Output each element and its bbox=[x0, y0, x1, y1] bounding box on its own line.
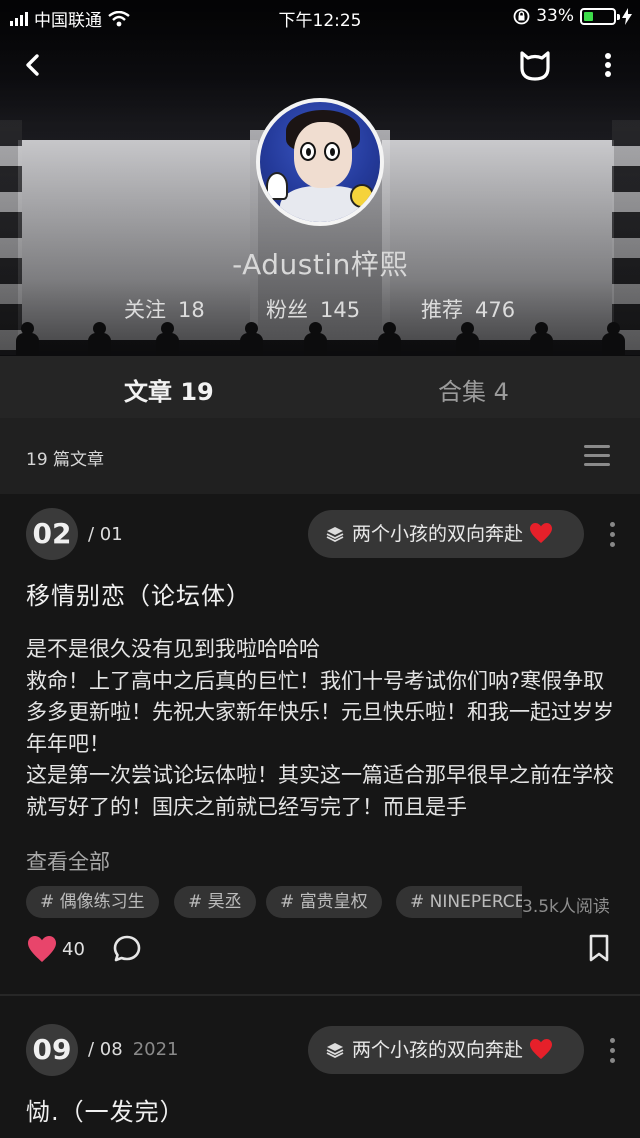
red-heart-icon bbox=[530, 1039, 553, 1059]
article-sub-number: / 08 2021 bbox=[88, 1039, 179, 1060]
avatar[interactable] bbox=[256, 98, 384, 226]
stat-value: 476 bbox=[475, 298, 516, 322]
article-number-badge: 02 bbox=[26, 508, 78, 560]
article-title[interactable]: 移情别恋（论坛体） bbox=[26, 576, 251, 611]
article-sub-number-value: / 01 bbox=[88, 524, 123, 545]
stat-label: 粉丝 bbox=[266, 298, 308, 322]
silhouette bbox=[12, 322, 42, 356]
layers-icon bbox=[326, 527, 344, 543]
stat-recommend[interactable]: 推荐 476 bbox=[421, 294, 515, 324]
battery-percent: 33% bbox=[536, 6, 574, 26]
article-sub-number: / 01 bbox=[88, 524, 123, 545]
profile-nickname: -Adustin梓熙 bbox=[232, 248, 408, 281]
battery-level-fill bbox=[584, 11, 593, 21]
stat-following[interactable]: 关注 18 bbox=[124, 294, 205, 324]
collection-chip[interactable]: 两个小孩的双向奔赴 bbox=[308, 510, 584, 558]
back-icon[interactable] bbox=[18, 48, 48, 82]
avatar-bird-sticker bbox=[350, 184, 374, 208]
tag-chip[interactable]: # 偶像练习生 bbox=[26, 886, 159, 918]
silhouette bbox=[84, 322, 114, 356]
article-count-bar: 19 篇文章 bbox=[0, 418, 640, 494]
comment-icon[interactable] bbox=[112, 934, 142, 964]
heart-icon[interactable] bbox=[26, 934, 58, 964]
stat-followers[interactable]: 粉丝 145 bbox=[266, 294, 360, 324]
silhouette bbox=[152, 322, 182, 356]
red-heart-icon bbox=[530, 523, 553, 543]
article-more-icon[interactable] bbox=[607, 522, 617, 550]
article-number-badge: 09 bbox=[26, 1024, 78, 1076]
silhouette bbox=[526, 322, 556, 356]
article-card[interactable]: 02 / 01 两个小孩的双向奔赴 移情别恋（论坛体） 是不是很久没有见到我啦哈… bbox=[0, 494, 640, 994]
lock-rotation-icon bbox=[513, 8, 530, 24]
excerpt-paragraph: 救命！上了高中之后真的巨忙！我们十号考试你们呐?寒假争取多多更新啦！先祝大家新年… bbox=[26, 668, 614, 756]
stat-label: 推荐 bbox=[421, 298, 463, 322]
collection-name: 两个小孩的双向奔赴 bbox=[352, 1039, 524, 1061]
charging-icon bbox=[622, 7, 632, 25]
tab-collections[interactable]: 合集 4 bbox=[438, 372, 509, 407]
article-sub-number-value: / 08 bbox=[88, 1039, 123, 1060]
read-count: 3.5k人阅读 bbox=[522, 897, 610, 917]
tag-chip[interactable]: # 昊丞 bbox=[174, 886, 256, 918]
view-all-link[interactable]: 查看全部 bbox=[26, 846, 110, 876]
silhouette bbox=[374, 322, 404, 356]
silhouette bbox=[236, 322, 266, 356]
stat-value: 145 bbox=[320, 298, 361, 322]
like-count: 40 bbox=[62, 939, 85, 960]
excerpt-paragraph: 这是第一次尝试论坛体啦！其实这一篇适合那早很早之前在学校就写好了的！国庆之前就已… bbox=[26, 763, 614, 819]
article-year: 2021 bbox=[132, 1039, 179, 1060]
collection-name: 两个小孩的双向奔赴 bbox=[352, 523, 524, 545]
more-vertical-icon[interactable] bbox=[596, 48, 620, 82]
battery-icon bbox=[580, 7, 620, 25]
tag-chip[interactable]: # 富贵皇权 bbox=[266, 886, 382, 918]
article-excerpt[interactable]: 是不是很久没有见到我啦哈哈哈 救命！上了高中之后真的巨忙！我们十号考试你们呐?寒… bbox=[26, 634, 618, 823]
bookmark-icon[interactable] bbox=[588, 934, 610, 962]
cat-ears-icon[interactable] bbox=[517, 48, 553, 82]
excerpt-paragraph: 是不是很久没有见到我啦哈哈哈 bbox=[26, 637, 320, 661]
article-count: 19 篇文章 bbox=[26, 450, 105, 470]
tag-chip[interactable]: # NINEPERCENT bbox=[396, 886, 522, 918]
stat-value: 18 bbox=[178, 298, 205, 322]
article-title[interactable]: 恸.（一发完） bbox=[26, 1092, 185, 1127]
silhouette bbox=[598, 322, 628, 356]
avatar-eye bbox=[300, 142, 316, 161]
collection-chip[interactable]: 两个小孩的双向奔赴 bbox=[308, 1026, 584, 1074]
silhouette bbox=[300, 322, 330, 356]
tab-articles[interactable]: 文章 19 bbox=[124, 372, 214, 407]
avatar-ghost-sticker bbox=[266, 172, 288, 200]
article-card[interactable]: 09 / 08 2021 两个小孩的双向奔赴 恸.（一发完） bbox=[0, 996, 640, 1138]
status-bar: 中国联通 下午12:25 33% bbox=[0, 0, 640, 34]
list-menu-icon[interactable] bbox=[584, 445, 610, 467]
profile-stats: 关注 18 粉丝 145 推荐 476 bbox=[0, 294, 640, 324]
stat-label: 关注 bbox=[124, 298, 166, 322]
article-more-icon[interactable] bbox=[607, 1038, 617, 1066]
avatar-eye bbox=[324, 142, 340, 161]
silhouette bbox=[452, 322, 482, 356]
layers-icon bbox=[326, 1043, 344, 1059]
profile-tabs: 文章 19 合集 4 bbox=[0, 356, 640, 418]
